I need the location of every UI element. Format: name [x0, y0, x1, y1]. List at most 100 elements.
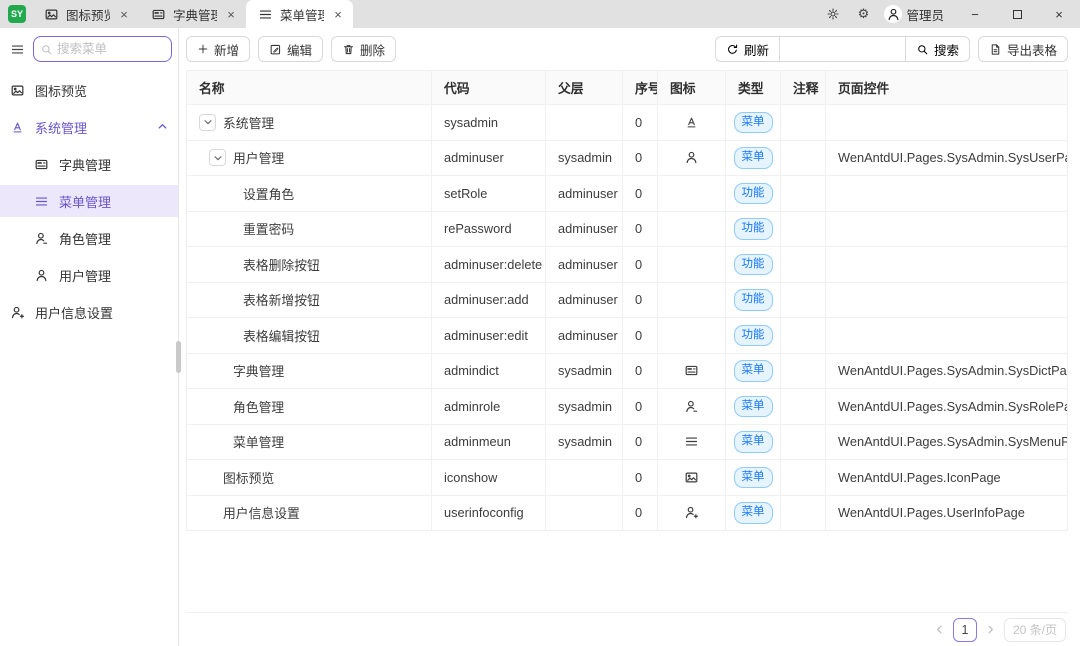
table-row[interactable]: 表格新增按钮adminuser:addadminuser0功能 [187, 283, 1067, 319]
column-header-序号[interactable]: 序号 [623, 71, 658, 104]
image-icon [44, 7, 59, 22]
window-minimize-button[interactable]: − [954, 0, 996, 28]
page-size-select[interactable]: 20 条/页 [1004, 618, 1066, 642]
delete-button[interactable]: 删除 [331, 36, 396, 62]
cell-name: 字典管理 [187, 354, 432, 389]
tab-字典管理[interactable]: 字典管理× [139, 0, 246, 28]
cell-type: 功能 [726, 247, 781, 282]
column-header-页面控件[interactable]: 页面控件 [826, 71, 1067, 104]
user-icon [684, 150, 699, 165]
sidebar-item-label: 字典管理 [59, 155, 168, 174]
theme-sun-icon[interactable] [818, 7, 848, 21]
sidebar-item-用户信息设置[interactable]: 用户信息设置 [0, 296, 178, 328]
cell-parent: sysadmin [546, 425, 623, 460]
table-row[interactable]: 图标预览iconshow0菜单WenAntdUI.Pages.IconPage [187, 460, 1067, 496]
cell-type: 功能 [726, 283, 781, 318]
cell-code: adminrole [432, 389, 546, 424]
sidebar-item-角色管理[interactable]: 角色管理 [0, 222, 178, 254]
column-header-父层[interactable]: 父层 [546, 71, 623, 104]
table-row[interactable]: 用户管理adminusersysadmin0菜单WenAntdUI.Pages.… [187, 141, 1067, 177]
type-badge: 功能 [734, 325, 773, 347]
next-page-icon[interactable] [985, 624, 996, 635]
tab-菜单管理[interactable]: 菜单管理× [246, 0, 353, 28]
sidebar-item-图标预览[interactable]: 图标预览 [0, 74, 178, 106]
export-file-icon [989, 43, 1002, 56]
chevron-up-icon[interactable] [157, 120, 168, 135]
table-row[interactable]: 表格删除按钮adminuser:deleteadminuser0功能 [187, 247, 1067, 283]
table-row[interactable]: 用户信息设置userinfoconfig0菜单WenAntdUI.Pages.U… [187, 496, 1067, 532]
cell-order: 0 [623, 389, 658, 424]
prev-page-icon[interactable] [934, 624, 945, 635]
window-close-button[interactable]: × [1038, 0, 1080, 28]
cell-page-control: WenAntdUI.Pages.SysAdmin.SysRolePage [826, 389, 1067, 424]
search-button[interactable]: 搜索 [905, 36, 970, 62]
cell-order: 0 [623, 247, 658, 282]
type-badge: 功能 [734, 218, 773, 240]
cell-icon [658, 318, 726, 353]
refresh-button[interactable]: 刷新 [715, 36, 780, 62]
column-header-类型[interactable]: 类型 [726, 71, 781, 104]
table-row[interactable]: 表格编辑按钮adminuser:editadminuser0功能 [187, 318, 1067, 354]
settings-gear-icon[interactable]: ⚙ [848, 6, 878, 22]
table-header-row: 名称代码父层序号图标类型注释页面控件 [187, 71, 1067, 105]
table-row[interactable]: 角色管理adminrolesysadmin0菜单WenAntdUI.Pages.… [187, 389, 1067, 425]
cell-order: 0 [623, 176, 658, 211]
column-header-代码[interactable]: 代码 [432, 71, 546, 104]
user-chip[interactable]: 管理员 [884, 5, 944, 24]
table-row[interactable]: 菜单管理adminmeunsysadmin0菜单WenAntdUI.Pages.… [187, 425, 1067, 461]
sidebar-item-系统管理[interactable]: 系统管理 [0, 111, 178, 143]
titlebar-right: ⚙ 管理员 − × [818, 0, 1080, 28]
row-expand-toggle[interactable] [199, 114, 216, 131]
column-header-图标[interactable]: 图标 [658, 71, 726, 104]
tab-图标预览[interactable]: 图标预览 × [32, 0, 139, 28]
column-header-注释[interactable]: 注释 [781, 71, 826, 104]
cell-type: 菜单 [726, 496, 781, 531]
collapse-menu-icon[interactable] [8, 42, 26, 57]
cell-icon [658, 176, 726, 211]
sidebar-menu: 图标预览系统管理字典管理菜单管理角色管理用户管理用户信息设置 [0, 70, 178, 328]
sidebar-search[interactable] [33, 36, 172, 62]
tab-close-icon[interactable]: × [331, 7, 345, 22]
cell-code: adminuser:delete [432, 247, 546, 282]
table-row[interactable]: 重置密码rePasswordadminuser0功能 [187, 212, 1067, 248]
sidebar-resize-handle[interactable] [176, 341, 181, 373]
cell-comment [781, 354, 826, 389]
edit-button[interactable]: 编辑 [258, 36, 323, 62]
search-icon [40, 43, 53, 56]
column-header-名称[interactable]: 名称 [187, 71, 432, 104]
menu-icon [258, 7, 273, 22]
cell-order: 0 [623, 496, 658, 531]
sidebar-search-input[interactable] [57, 42, 165, 56]
export-table-button[interactable]: 导出表格 [978, 36, 1068, 62]
user-icon [34, 268, 49, 283]
cell-type: 菜单 [726, 389, 781, 424]
tab-label: 图标预览 [66, 5, 110, 24]
cell-page-control [826, 247, 1067, 282]
search-icon [916, 43, 929, 56]
cell-type: 菜单 [726, 425, 781, 460]
window-maximize-button[interactable] [996, 0, 1038, 28]
table-row[interactable]: 设置角色setRoleadminuser0功能 [187, 176, 1067, 212]
row-expand-toggle[interactable] [209, 149, 226, 166]
cell-order: 0 [623, 212, 658, 247]
table-row[interactable]: 系统管理sysadmin0菜单 [187, 105, 1067, 141]
cell-type: 菜单 [726, 141, 781, 176]
cell-order: 0 [623, 425, 658, 460]
cell-name: 用户管理 [187, 141, 432, 176]
cell-page-control: WenAntdUI.Pages.SysAdmin.SysUserPage [826, 141, 1067, 176]
cell-comment [781, 105, 826, 140]
sidebar-item-用户管理[interactable]: 用户管理 [0, 259, 178, 291]
sidebar-item-菜单管理[interactable]: 菜单管理 [0, 185, 178, 217]
table-search-input[interactable] [790, 42, 895, 56]
page-number[interactable]: 1 [953, 618, 977, 642]
dict-icon [151, 7, 166, 22]
tab-close-icon[interactable]: × [117, 7, 131, 22]
table-row[interactable]: 字典管理admindictsysadmin0菜单WenAntdUI.Pages.… [187, 354, 1067, 390]
sidebar-item-字典管理[interactable]: 字典管理 [0, 148, 178, 180]
type-badge: 菜单 [734, 112, 773, 134]
sidebar-item-label: 用户信息设置 [35, 303, 168, 322]
cell-parent: adminuser [546, 247, 623, 282]
tab-close-icon[interactable]: × [224, 7, 238, 22]
add-button[interactable]: 新增 [186, 36, 250, 62]
cell-comment [781, 176, 826, 211]
